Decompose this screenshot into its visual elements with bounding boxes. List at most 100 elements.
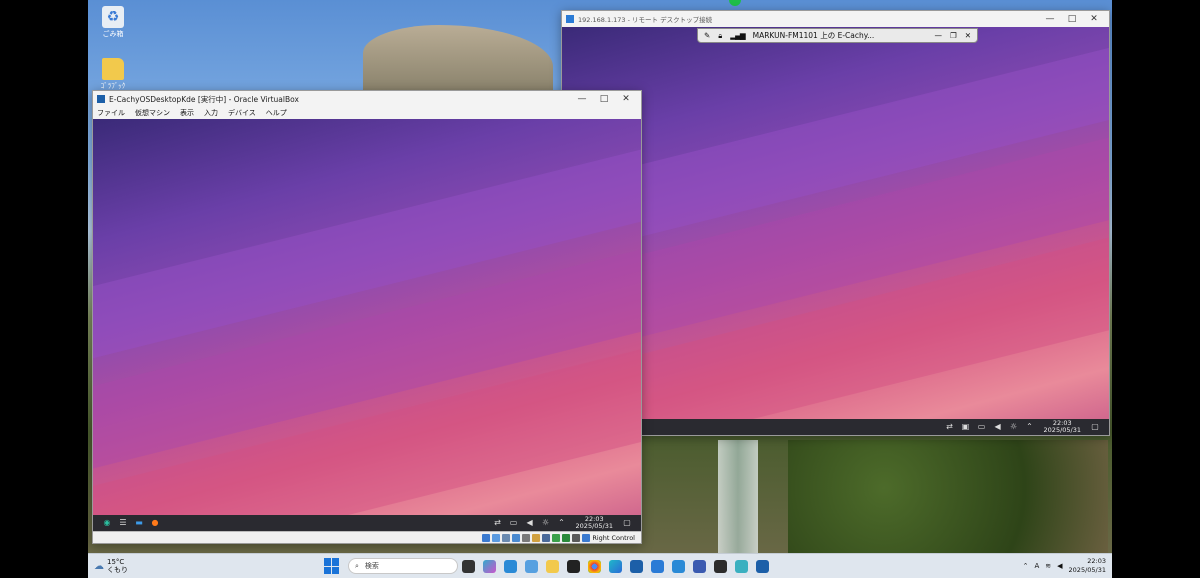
brightness-icon[interactable]: ☼	[1009, 422, 1019, 432]
desktop-icon-recycle-bin[interactable]: ♻ ごみ箱	[98, 6, 128, 39]
optical-icon[interactable]	[492, 533, 501, 542]
vbox-statusbar: Right Control	[93, 531, 641, 543]
vbox-panel-clock[interactable]: 22:03 2025/05/31	[576, 516, 613, 530]
rdp-bar-restore-button[interactable]: ❐	[950, 31, 957, 40]
menu-devices[interactable]: デバイス	[228, 108, 256, 118]
kde-launcher-icon[interactable]: ◉	[102, 518, 112, 528]
vbox-maximize-button[interactable]: □	[593, 94, 615, 104]
shared-folder-icon[interactable]	[532, 533, 541, 542]
taskbar-time: 22:03	[1087, 557, 1106, 565]
show-desktop-icon[interactable]: ▢	[622, 518, 632, 528]
widgets-icon[interactable]	[525, 559, 538, 573]
file-manager-icon[interactable]: ▬	[134, 518, 144, 528]
word-icon[interactable]	[735, 559, 748, 573]
menu-view[interactable]: 表示	[180, 108, 194, 118]
menu-machine[interactable]: 仮想マシン	[135, 108, 170, 118]
start-button[interactable]	[324, 558, 340, 574]
edge-icon[interactable]	[609, 559, 622, 573]
signal-icon: ▂▄▆	[730, 31, 745, 40]
rdp-kde-panel: ⇄ ▣ ▭ ◀ ☼ ⌃ 22:03 2025/05/31 ▢	[562, 419, 1109, 435]
taskbar-date: 2025/05/31	[1068, 566, 1106, 574]
chevron-up-icon[interactable]: ⌃	[1025, 422, 1035, 432]
virtualbox-icon[interactable]	[630, 559, 643, 573]
rdp-bar-minimize-button[interactable]: —	[934, 31, 942, 40]
file-explorer-icon[interactable]	[546, 559, 559, 573]
search-placeholder: 検索	[364, 562, 379, 570]
volume-icon[interactable]: ◀	[1057, 562, 1062, 570]
wifi-icon[interactable]: ≋	[1045, 562, 1051, 570]
app-icon[interactable]	[714, 559, 727, 573]
vbox-guest-screen[interactable]: ◉ ☰ ▬ ● ⇄ ▭ ◀ ☼ ⌃ 22:03 2025/05/31 ▢	[93, 119, 641, 531]
weather-text: くもり	[107, 566, 128, 574]
wallpaper-vegetation	[788, 440, 1108, 560]
network-icon[interactable]: ⇄	[945, 422, 955, 432]
rdp-remote-desktop[interactable]: ⇄ ▣ ▭ ◀ ☼ ⌃ 22:03 2025/05/31 ▢	[562, 27, 1109, 435]
display-icon[interactable]: ▭	[977, 422, 987, 432]
chevron-up-icon[interactable]: ⌃	[1023, 562, 1029, 570]
rdp-window[interactable]: 192.168.1.173 - リモート デスクトップ接続 — □ ✕ ⇄ ▣ …	[561, 10, 1110, 436]
lock-icon: 🔒︎	[718, 30, 723, 40]
desktop-icon-folder[interactable]: ｺﾞﾗﾌﾞｯｸ	[98, 58, 128, 91]
system-tray: ⌃ A ≋ ◀ 22:03 2025/05/31	[1023, 557, 1106, 575]
rdp-bar-close-button[interactable]: ✕	[965, 31, 971, 40]
display-status-icon[interactable]	[542, 533, 551, 542]
app-icon[interactable]	[693, 559, 706, 573]
brightness-icon[interactable]: ☼	[541, 518, 551, 528]
rdp-app-icon	[566, 15, 574, 23]
weather-temp: 15°C	[107, 558, 125, 566]
taskbar-clock[interactable]: 22:03 2025/05/31	[1069, 557, 1106, 575]
rdp-minimize-button[interactable]: —	[1039, 14, 1061, 24]
network-icon[interactable]: ⇄	[493, 518, 503, 528]
task-view-icon[interactable]	[462, 559, 475, 573]
vbox-title: E-CachyOSDesktopKde [実行中] - Oracle Virtu…	[109, 94, 299, 104]
network-adapter-icon[interactable]	[512, 533, 521, 542]
vscode-icon[interactable]	[672, 559, 685, 573]
copilot-icon[interactable]	[483, 559, 496, 573]
cloud-icon: ☁	[94, 560, 104, 572]
display-icon[interactable]: ▭	[509, 518, 519, 528]
volume-icon[interactable]: ◀	[993, 422, 1003, 432]
recording-icon[interactable]	[552, 533, 561, 542]
menu-file[interactable]: ファイル	[97, 108, 125, 118]
recycle-bin-icon: ♻	[102, 6, 124, 28]
vbox-close-button[interactable]: ✕	[615, 94, 637, 104]
rdp-panel-clock[interactable]: 22:03 2025/05/31	[1044, 420, 1081, 434]
windows-taskbar: ☁ 15°C くもり ⌕ 検索 ⌃ A ≋ ◀ 22:03 2025/05/31	[88, 553, 1112, 578]
ime-indicator[interactable]: A	[1034, 562, 1039, 570]
cpu-icon[interactable]	[562, 533, 571, 542]
chevron-up-icon[interactable]: ⌃	[557, 518, 567, 528]
mouse-integration-icon[interactable]	[572, 533, 581, 542]
hdd-icon[interactable]	[482, 533, 491, 542]
audio-icon[interactable]	[502, 533, 511, 542]
rdp-titlebar[interactable]: 192.168.1.173 - リモート デスクトップ接続 — □ ✕	[562, 11, 1109, 27]
settings-icon[interactable]: ☰	[118, 518, 128, 528]
rdp-close-button[interactable]: ✕	[1083, 14, 1105, 24]
weather-widget[interactable]: ☁ 15°C くもり	[94, 558, 164, 574]
firefox-icon[interactable]: ●	[150, 518, 160, 528]
usb-icon[interactable]	[522, 533, 531, 542]
rdp-panel-date: 2025/05/31	[1043, 426, 1081, 434]
rdp-title: 192.168.1.173 - リモート デスクトップ接続	[578, 16, 713, 24]
wallpaper-waterfall	[718, 440, 758, 560]
status-dot	[729, 0, 741, 6]
menu-input[interactable]: 入力	[204, 108, 218, 118]
vbox-window[interactable]: E-CachyOSDesktopKde [実行中] - Oracle Virtu…	[92, 90, 642, 544]
volume-icon[interactable]: ◀	[525, 518, 535, 528]
vbox-minimize-button[interactable]: —	[571, 94, 593, 104]
app-icon[interactable]	[756, 559, 769, 573]
remote-desktop-icon[interactable]	[651, 559, 664, 573]
save-icon[interactable]: ▣	[961, 422, 971, 432]
terminal-icon[interactable]	[567, 559, 580, 573]
search-box[interactable]: ⌕ 検索	[348, 558, 458, 574]
chrome-icon[interactable]	[588, 559, 601, 573]
photos-icon[interactable]	[504, 559, 517, 573]
pin-off-icon[interactable]: ✎	[704, 31, 710, 40]
vbox-menubar: ファイル 仮想マシン 表示 入力 デバイス ヘルプ	[93, 107, 641, 119]
show-desktop-icon[interactable]: ▢	[1090, 422, 1100, 432]
rdp-maximize-button[interactable]: □	[1061, 14, 1083, 24]
vbox-titlebar[interactable]: E-CachyOSDesktopKde [実行中] - Oracle Virtu…	[93, 91, 641, 107]
rdp-host-label: MARKUN-FM1101 上の E-Cachy...	[752, 31, 875, 40]
rdp-connection-bar[interactable]: ✎ 🔒︎ ▂▄▆ MARKUN-FM1101 上の E-Cachy... — ❐…	[697, 28, 978, 43]
desktop-icon-label: ごみ箱	[102, 30, 124, 38]
menu-help[interactable]: ヘルプ	[266, 108, 287, 118]
